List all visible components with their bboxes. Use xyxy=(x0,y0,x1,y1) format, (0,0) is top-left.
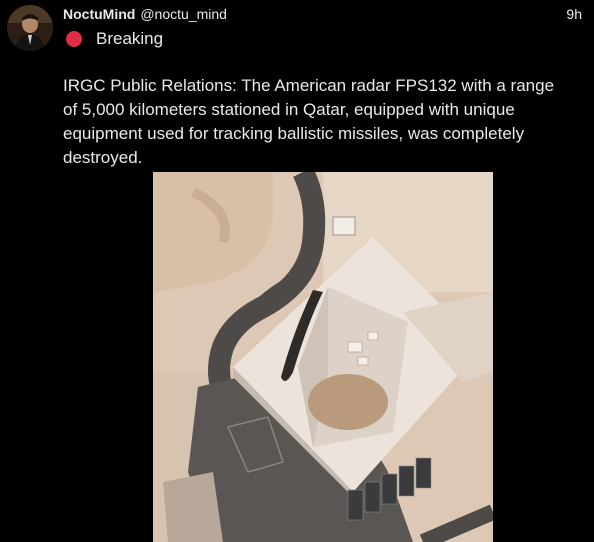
post: NoctuMind @noctu_mind 9h Breaking IRGC Pu… xyxy=(0,0,594,542)
post-media[interactable] xyxy=(62,172,582,542)
avatar[interactable] xyxy=(7,5,53,51)
post-text: IRGC Public Relations: The American rada… xyxy=(63,76,555,167)
post-timestamp[interactable]: 9h xyxy=(566,5,582,23)
avatar-image xyxy=(7,5,53,51)
display-name[interactable]: NoctuMind xyxy=(63,6,135,22)
breaking-line: Breaking xyxy=(66,28,163,50)
user-handle[interactable]: @noctu_mind xyxy=(140,6,227,22)
satellite-image xyxy=(153,172,493,542)
breaking-label: Breaking xyxy=(96,29,164,48)
post-header: NoctuMind @noctu_mind 9h xyxy=(63,5,584,25)
red-circle-icon xyxy=(66,31,82,47)
